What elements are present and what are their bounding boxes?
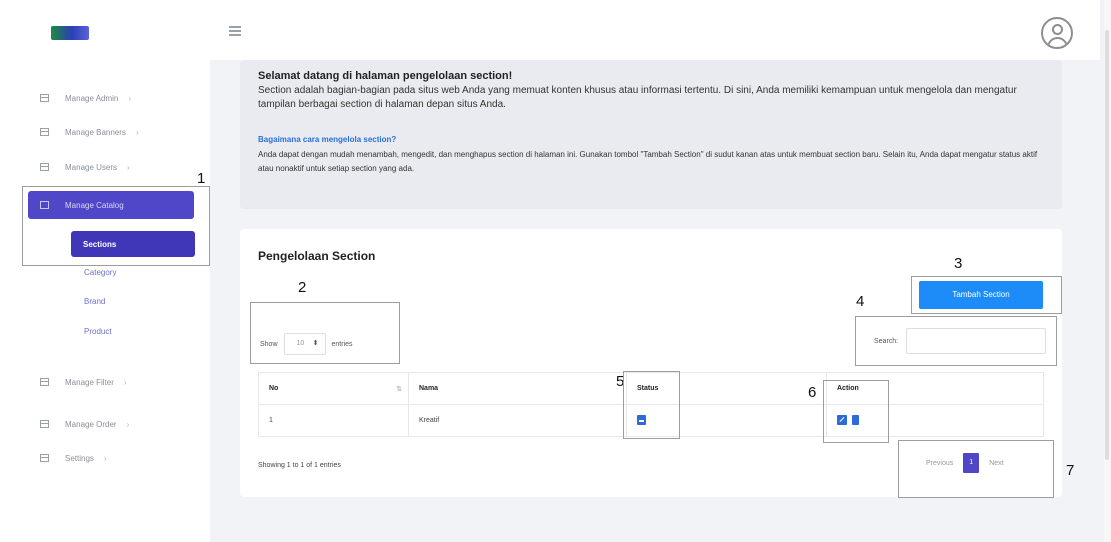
annotation-number-7: 7 — [1066, 462, 1075, 479]
entries-select-value: 10 — [296, 340, 305, 347]
sidebar-item-manage-admin[interactable]: Manage Admin › — [40, 90, 131, 106]
search-bar: Search: — [874, 328, 1047, 354]
column-label: Nama — [419, 385, 439, 392]
list-icon — [40, 201, 49, 209]
list-icon — [40, 128, 49, 136]
chevron-right-icon: › — [127, 162, 130, 172]
sidebar-subitem-category[interactable]: Category — [84, 268, 116, 277]
card-title: Pengelolaan Section — [258, 249, 376, 263]
entries-label: entries — [331, 340, 353, 348]
column-header-no[interactable]: No ⇅ — [258, 372, 409, 405]
sidebar-item-manage-catalog[interactable]: Manage Catalog — [28, 191, 194, 219]
list-icon — [40, 420, 49, 428]
pagination: Previous 1 Next — [916, 452, 1014, 474]
chevron-down-icon: ⬍ — [312, 340, 319, 347]
annotation-box-5 — [623, 371, 680, 439]
list-icon — [40, 94, 49, 102]
sidebar-item-manage-users[interactable]: Manage Users › — [40, 159, 130, 175]
menu-toggle-icon[interactable] — [229, 26, 241, 36]
sidebar-item-manage-filter[interactable]: Manage Filter › — [40, 374, 127, 390]
logo[interactable] — [51, 26, 89, 40]
annotation-number-6: 6 — [808, 384, 817, 401]
column-header-nama[interactable]: Nama — [408, 372, 627, 405]
info-subtitle: Bagaimana cara mengelola section? — [258, 135, 397, 144]
sidebar-item-label: Manage Filter — [65, 377, 114, 387]
sidebar-item-label: Manage Banners — [65, 127, 126, 137]
info-text-2: Anda dapat dengan mudah menambah, menged… — [258, 150, 1038, 173]
file-icon — [40, 454, 49, 462]
entries-select[interactable]: 10 ⬍ — [283, 333, 326, 355]
list-icon — [40, 378, 49, 386]
sort-icon: ⇅ — [396, 385, 402, 393]
show-label: Show — [260, 340, 278, 348]
sidebar-item-manage-banners[interactable]: Manage Banners › — [40, 124, 139, 140]
chevron-right-icon: › — [128, 93, 132, 103]
show-entries: Show 10 ⬍ entries — [260, 332, 353, 356]
sidebar-item-label: Settings — [65, 453, 94, 463]
annotation-box-6 — [823, 380, 889, 443]
info-text: Section adalah bagian-bagian pada situs … — [258, 85, 1017, 110]
chevron-right-icon: › — [126, 419, 130, 429]
annotation-number-2: 2 — [298, 279, 307, 296]
section-management-card: Pengelolaan Section 2 Show 10 ⬍ entries … — [240, 229, 1062, 498]
sidebar-subitem-sections[interactable]: Sections — [71, 231, 195, 257]
app: Manage Admin › Manage Banners › Manage U… — [0, 0, 1111, 542]
sidebar-subitem-brand[interactable]: Brand — [84, 297, 105, 306]
search-input[interactable] — [906, 328, 1047, 354]
cell-no: 1 — [258, 404, 409, 437]
annotation-number-4: 4 — [856, 293, 865, 310]
add-section-button[interactable]: Tambah Section — [919, 281, 1043, 309]
annotation-number-1: 1 — [197, 170, 206, 187]
sidebar-item-label: Manage Order — [65, 419, 117, 429]
user-avatar[interactable] — [1041, 17, 1073, 49]
top-bar — [0, 0, 1100, 60]
cell-nama: Kreatif — [408, 404, 627, 437]
chevron-right-icon: › — [103, 453, 107, 463]
column-label: No — [269, 384, 279, 392]
sidebar-subitem-product[interactable]: Product — [84, 327, 112, 336]
pagination-page-1[interactable]: 1 — [963, 453, 980, 473]
page-scrollbar[interactable] — [1104, 0, 1111, 542]
sidebar-item-settings[interactable]: Settings › — [40, 450, 107, 466]
pagination-previous[interactable]: Previous — [916, 460, 963, 467]
table-info: Showing 1 to 1 of 1 entries — [258, 462, 341, 469]
sidebar-item-label: Manage Catalog — [65, 200, 124, 210]
info-panel: Selamat datang di halaman pengelolaan se… — [240, 60, 1062, 209]
list-icon — [40, 163, 49, 171]
info-title: Selamat datang di halaman pengelolaan se… — [258, 70, 513, 82]
annotation-number-3: 3 — [954, 255, 963, 272]
pagination-next[interactable]: Next — [979, 460, 1013, 467]
sidebar-item-manage-order[interactable]: Manage Order › — [40, 416, 129, 432]
search-label: Search: — [874, 337, 899, 345]
sidebar-item-label: Manage Users — [65, 162, 118, 172]
sidebar-item-label: Manage Admin — [65, 93, 119, 103]
chevron-right-icon: › — [135, 127, 139, 137]
chevron-right-icon: › — [123, 377, 127, 387]
